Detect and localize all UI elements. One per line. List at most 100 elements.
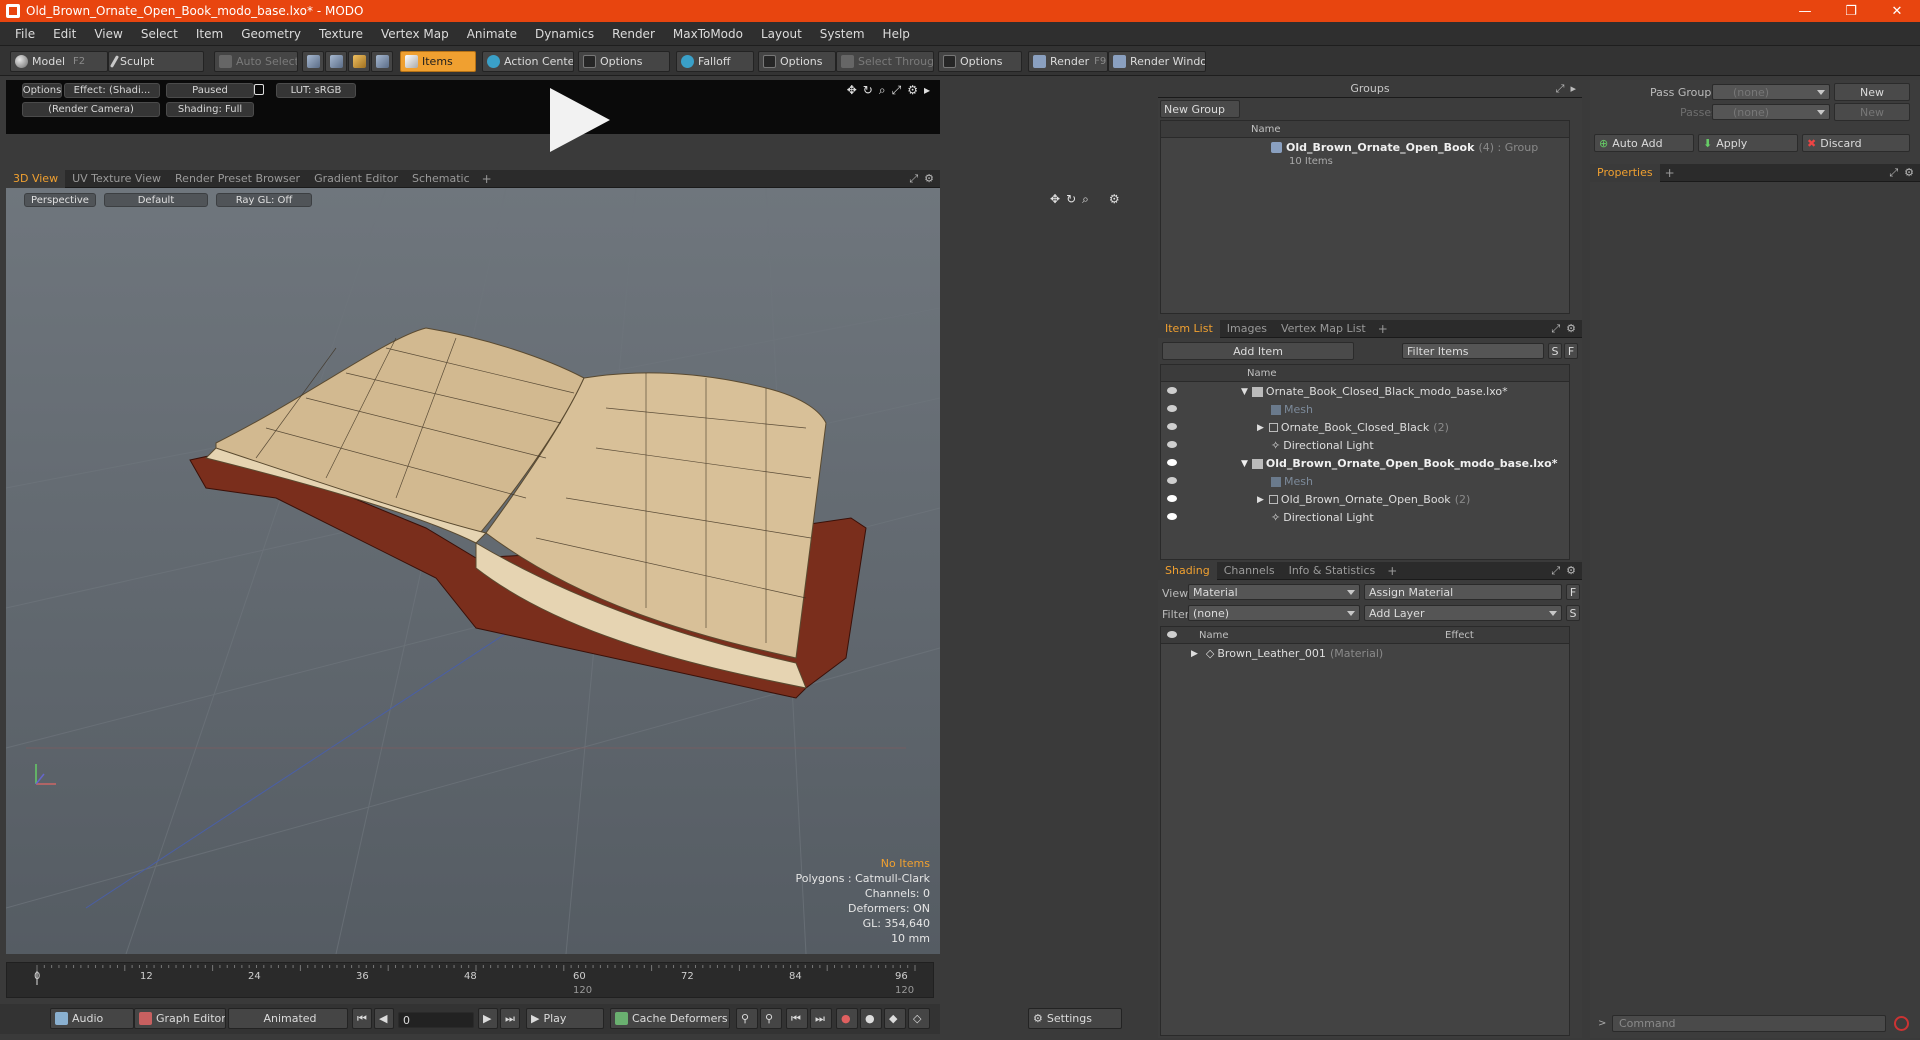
discard-button[interactable]: ✖ Discard [1802,134,1910,152]
list-item[interactable]: ▼ Ornate_Book_Closed_Black_modo_base.lxo* [1241,383,1508,400]
s-button[interactable]: S [1548,343,1562,359]
render-camera-dropdown[interactable]: (Render Camera) [22,102,160,117]
visibility-eye-icon[interactable] [1167,441,1177,448]
viewport-3d[interactable]: No Items Polygons : Catmull-Clark Channe… [6,188,940,954]
command-input[interactable]: Command [1612,1015,1886,1032]
tab-images[interactable]: Images [1220,320,1274,338]
menu-file[interactable]: File [6,27,44,41]
menu-maxtomodo[interactable]: MaxToModo [664,27,752,41]
auto-select-button[interactable]: Auto Select [214,51,298,72]
action-center-options-button[interactable]: Options [578,51,670,72]
settings-button[interactable]: ⚙ Settings [1028,1008,1122,1029]
visibility-eye-icon[interactable] [1167,405,1177,412]
preview-options-button[interactable]: Options [22,83,62,98]
new-group-button[interactable]: New Group [1160,100,1240,118]
menu-vertex-map[interactable]: Vertex Map [372,27,458,41]
select-through-button[interactable]: Select Through [836,51,934,72]
passes-dropdown[interactable]: (none) [1712,104,1830,120]
next-frame-button[interactable]: ▶ [478,1008,498,1029]
audio-button[interactable]: Audio [50,1008,134,1029]
view-dropdown[interactable]: Material [1188,584,1360,600]
tab-shading[interactable]: Shading [1158,561,1217,580]
minimize-button[interactable]: — [1782,0,1828,22]
menu-select[interactable]: Select [132,27,187,41]
paused-button[interactable]: Paused [166,83,254,98]
visibility-eye-icon[interactable] [1167,513,1177,520]
next-key-button[interactable]: ⏭ [810,1008,832,1029]
vertices-mode-button[interactable] [302,51,324,72]
default-shading-dropdown[interactable]: Default [104,193,208,207]
key-filter-button[interactable]: ⚲ [760,1008,782,1029]
expand-icon[interactable]: ⤢ [1889,166,1898,180]
menu-help[interactable]: Help [874,27,919,41]
menu-geometry[interactable]: Geometry [232,27,310,41]
prev-frame-button[interactable]: ◀ [374,1008,394,1029]
s-button[interactable]: S [1566,605,1580,621]
arrow-right-icon[interactable]: ▸ [924,83,930,98]
gear-icon[interactable]: ⚙ [1109,192,1120,207]
play-button[interactable]: ▶ Play [526,1008,604,1029]
zoom-icon[interactable]: ⌕ [879,83,886,98]
add-tab-icon[interactable]: + [1660,166,1680,180]
gear-icon[interactable]: ⚙ [924,172,934,186]
add-layer-dropdown[interactable]: Add Layer [1364,605,1562,621]
perspective-dropdown[interactable]: Perspective [24,193,96,207]
list-item[interactable]: ✧ Directional Light [1271,509,1374,526]
list-item[interactable]: Mesh [1271,473,1313,490]
list-item[interactable]: ▶ Old_Brown_Ornate_Open_Book (2) [1257,491,1470,508]
prev-key-button[interactable]: ⏮ [786,1008,808,1029]
render-button[interactable]: Render F9 [1028,51,1108,72]
zoom-icon[interactable]: ⌕ [1082,192,1089,207]
visibility-eye-icon[interactable] [1167,387,1177,394]
tab-render-preset-browser[interactable]: Render Preset Browser [168,170,307,188]
gear-icon[interactable]: ⚙ [907,83,918,98]
expand-icon[interactable]: ⤢ [909,172,918,186]
animated-dropdown[interactable]: Animated [228,1008,348,1029]
items-mode-button[interactable]: Items [400,51,476,72]
go-start-button[interactable]: ⏮ [352,1008,372,1029]
frame-input[interactable]: 0 [398,1012,474,1028]
raygl-dropdown[interactable]: Ray GL: Off [216,193,312,207]
f-button[interactable]: F [1566,584,1580,600]
play-icon[interactable] [550,88,610,152]
menu-texture[interactable]: Texture [310,27,372,41]
effect-dropdown[interactable]: Effect: (Shadi... [64,83,160,98]
assign-material-button[interactable]: Assign Material [1364,584,1562,600]
new-pass-button[interactable]: New [1834,103,1910,121]
select-through-options-button[interactable]: Options [938,51,1022,72]
timeline-ruler[interactable]: 0 12 24 36 48 60 72 84 96 120 120 [6,962,934,998]
arrow-right-icon[interactable]: ▸ [1570,82,1576,96]
tab-vertex-map-list[interactable]: Vertex Map List [1274,320,1373,338]
falloff-button[interactable]: Falloff [676,51,754,72]
record-macro-icon[interactable] [1894,1016,1909,1031]
go-end-button[interactable]: ⏭ [500,1008,520,1029]
visibility-eye-icon[interactable] [1167,423,1177,430]
materials-mode-button[interactable] [371,51,393,72]
tab-3d-view[interactable]: 3D View [6,169,66,188]
add-tab-icon[interactable]: + [1373,322,1393,336]
gear-icon[interactable]: ⚙ [1566,322,1576,336]
item-list[interactable]: Name ▼ Ornate_Book_Closed_Black_modo_base… [1160,364,1570,560]
model-mode-button[interactable]: Model F2 [10,51,108,72]
visibility-eye-icon[interactable] [1167,631,1177,638]
auto-add-button[interactable]: ⊕ Auto Add [1594,134,1694,152]
add-tab-icon[interactable]: + [477,172,497,186]
gear-icon[interactable]: ⚙ [1566,564,1576,578]
shading-dropdown[interactable]: Shading: Full [166,102,254,117]
menu-render[interactable]: Render [603,27,664,41]
edges-mode-button[interactable] [325,51,347,72]
visibility-eye-icon[interactable] [1167,495,1177,502]
maximize-icon[interactable]: ⤢ [892,83,902,98]
list-item[interactable]: ✧ Directional Light [1271,437,1374,454]
filter-dropdown[interactable]: (none) [1188,605,1360,621]
menu-item[interactable]: Item [187,27,232,41]
visibility-eye-icon[interactable] [1167,477,1177,484]
delete-key-button[interactable]: ◇ [908,1008,930,1029]
menu-edit[interactable]: Edit [44,27,85,41]
tab-schematic[interactable]: Schematic [405,170,477,188]
tab-properties[interactable]: Properties [1590,163,1660,182]
polygons-mode-button[interactable] [348,51,370,72]
menu-layout[interactable]: Layout [752,27,811,41]
visibility-eye-icon[interactable] [1167,459,1177,466]
shader-tree[interactable]: Name Effect ▶ ◇ Brown_Leather_001 (Mater… [1160,626,1570,1036]
